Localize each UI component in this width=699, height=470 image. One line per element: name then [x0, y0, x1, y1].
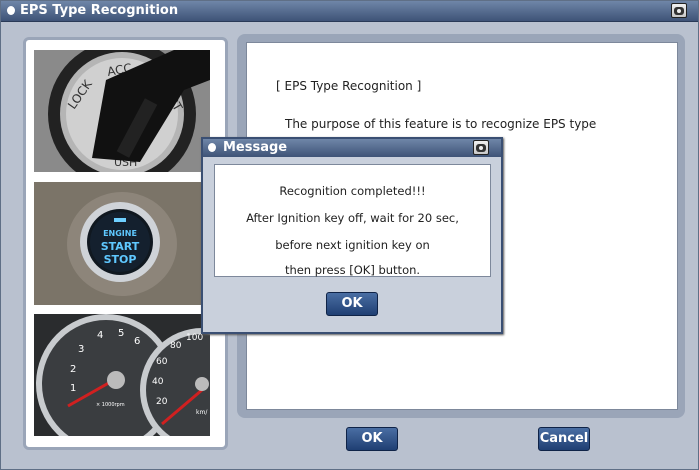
- message-line-1: Recognition completed!!!: [279, 184, 426, 198]
- dialog-ok-button[interactable]: OK: [326, 292, 378, 316]
- screenshot-camera-icon[interactable]: [671, 3, 687, 18]
- dialog-camera-icon[interactable]: [473, 140, 489, 155]
- dialog-title: Message: [223, 140, 288, 155]
- message-dialog: Message Recognition completed!!! After I…: [201, 137, 503, 334]
- speed-num-40: 40: [152, 377, 164, 387]
- dialog-message-box: Recognition completed!!! After Ignition …: [214, 164, 491, 277]
- speed-num-60: 60: [156, 357, 168, 367]
- tach-num-6: 6: [134, 336, 140, 347]
- start-button-engine-label: ENGINE: [103, 229, 137, 238]
- window-menu-icon[interactable]: [7, 6, 15, 15]
- start-button-start-label: START: [101, 240, 140, 253]
- speed-unit: km/: [196, 409, 208, 416]
- message-line-3: before next ignition key on: [275, 238, 430, 252]
- start-button-stop-label: STOP: [104, 253, 137, 266]
- ignition-key-image: LOCK ACC ART USH: [34, 50, 210, 172]
- gauge-cluster-image: 1 2 3 4 5 6 × 1000rpm 20 40 60 80 100 km…: [34, 314, 210, 436]
- message-line-2: After Ignition key off, wait for 20 sec,: [246, 211, 459, 225]
- content-description: The purpose of this feature is to recogn…: [285, 117, 597, 131]
- tach-num-3: 3: [78, 344, 84, 355]
- tach-unit: × 1000rpm: [96, 402, 125, 408]
- start-button-image: ENGINE START STOP: [34, 182, 210, 305]
- speed-num-100: 100: [186, 333, 203, 343]
- content-heading: [ EPS Type Recognition ]: [276, 79, 422, 93]
- tach-num-1: 1: [70, 383, 76, 394]
- tach-num-5: 5: [118, 328, 124, 339]
- speed-num-20: 20: [156, 397, 168, 407]
- message-line-4: then press [OK] button.: [284, 263, 421, 277]
- cancel-button[interactable]: Cancel: [538, 427, 590, 451]
- main-window: EPS Type Recognition LOCK ACC ART USH: [0, 0, 699, 470]
- image-panel: LOCK ACC ART USH ENGINE START STOP: [23, 37, 228, 450]
- tach-num-4: 4: [97, 330, 103, 341]
- title-bar[interactable]: EPS Type Recognition: [1, 1, 698, 22]
- window-title: EPS Type Recognition: [20, 3, 179, 18]
- dialog-title-bar[interactable]: Message: [203, 139, 501, 157]
- dialog-menu-icon[interactable]: [208, 143, 216, 152]
- tach-num-2: 2: [70, 364, 76, 375]
- speed-num-80: 80: [170, 341, 182, 351]
- ok-button[interactable]: OK: [346, 427, 398, 451]
